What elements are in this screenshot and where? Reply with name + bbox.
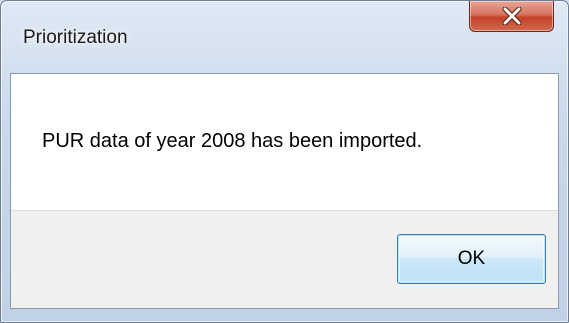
title-bar[interactable]: Prioritization — [1, 1, 568, 73]
dialog-message: PUR data of year 2008 has been imported. — [42, 130, 423, 152]
message-dialog-window: Prioritization PUR data of year 2008 has… — [0, 0, 569, 323]
close-button[interactable] — [469, 1, 554, 32]
window-title: Prioritization — [23, 27, 128, 48]
ok-button[interactable]: OK — [397, 234, 546, 284]
button-panel: OK — [11, 210, 558, 308]
message-panel: PUR data of year 2008 has been imported. — [11, 74, 558, 210]
dialog-client-area: PUR data of year 2008 has been imported.… — [10, 73, 559, 309]
close-x-icon — [502, 7, 521, 25]
